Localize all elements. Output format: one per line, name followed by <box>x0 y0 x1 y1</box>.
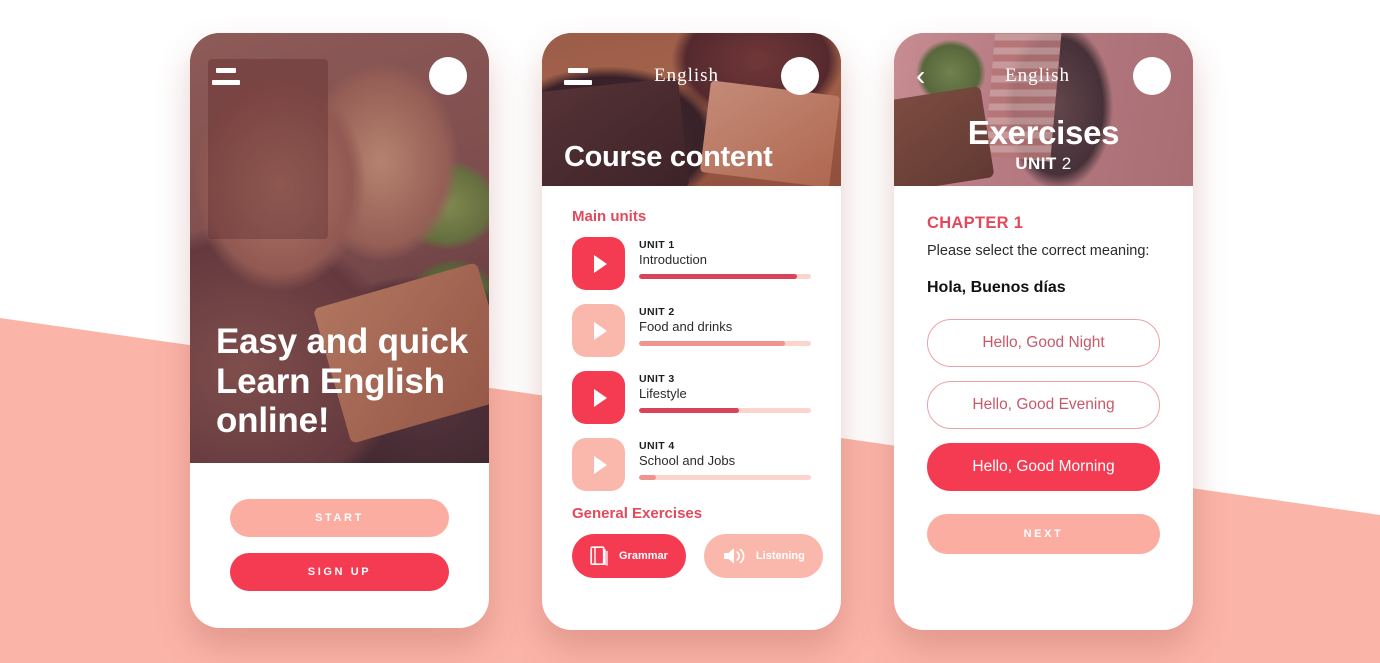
hamburger-icon[interactable] <box>212 67 240 85</box>
hero-unit-value: 2 <box>1061 154 1072 173</box>
unit-name: Lifestyle <box>639 386 687 401</box>
exercises-footer: NEXT <box>894 505 1193 554</box>
unit-row[interactable]: UNIT 1 Introduction <box>572 237 811 290</box>
answer-option[interactable]: Hello, Good Evening <box>927 380 1160 429</box>
exercises-hero-copy: Exercises UNIT 2 <box>894 114 1193 174</box>
question-prompt: Please select the correct meaning: <box>927 243 1150 259</box>
play-icon[interactable] <box>572 371 625 424</box>
avatar[interactable] <box>429 57 467 95</box>
unit-info: UNIT 1 Introduction <box>639 237 811 279</box>
unit-progress-fill <box>639 475 657 480</box>
start-button[interactable]: START <box>230 499 449 537</box>
exercise-chips: Grammar Listening <box>572 534 841 578</box>
unit-progress-track <box>639 475 811 480</box>
unit-info: UNIT 4 School and Jobs <box>639 438 811 480</box>
hamburger-line-top <box>216 67 236 73</box>
unit-progress-track <box>639 408 811 413</box>
unit-progress-track <box>639 341 811 346</box>
phone-course-content: English Course content Main units UNIT 1… <box>542 33 841 630</box>
exercises-topbar: ‹ English <box>894 33 1193 119</box>
unit-name: Food and drinks <box>639 319 733 334</box>
unit-label: UNIT 4 <box>639 440 675 452</box>
book-icon <box>590 546 608 566</box>
unit-progress-fill <box>639 341 786 346</box>
sign-up-button[interactable]: SIGN UP <box>230 553 449 591</box>
unit-info: UNIT 3 Lifestyle <box>639 371 811 413</box>
hamburger-line-top <box>568 67 588 73</box>
onboarding-hero-image: Easy and quick Learn English online! <box>190 33 489 463</box>
answer-option-selected[interactable]: Hello, Good Morning <box>927 442 1160 491</box>
speaker-icon <box>723 548 745 564</box>
exercises-body: CHAPTER 1 Please select the correct mean… <box>894 186 1193 491</box>
next-button[interactable]: NEXT <box>927 513 1160 554</box>
unit-progress-track <box>639 274 811 279</box>
hamburger-icon[interactable] <box>564 67 592 85</box>
unit-label: UNIT 3 <box>639 373 675 385</box>
unit-name: School and Jobs <box>639 453 736 468</box>
answer-option[interactable]: Hello, Good Night <box>927 318 1160 367</box>
units-list: UNIT 1 Introduction UNIT 2 Food and drin… <box>572 237 811 491</box>
chapter-heading: CHAPTER 1 <box>927 214 1024 232</box>
play-icon[interactable] <box>572 237 625 290</box>
general-exercises-heading: General Exercises <box>572 505 703 522</box>
question-phrase: Hola, Buenos días <box>927 278 1066 296</box>
course-hero-title: Course content <box>564 141 773 173</box>
onboarding-topbar <box>190 33 489 119</box>
unit-row[interactable]: UNIT 2 Food and drinks <box>572 304 811 357</box>
phone-exercises: ‹ English Exercises UNIT 2 CHAPTER 1 Ple… <box>894 33 1193 630</box>
unit-progress-fill <box>639 408 739 413</box>
answer-options: Hello, Good Night Hello, Good Evening He… <box>927 318 1160 491</box>
play-icon[interactable] <box>572 438 625 491</box>
onboarding-headline: Easy and quick Learn English online! <box>216 322 469 441</box>
exercises-hero-title: Exercises <box>967 114 1120 151</box>
unit-name: Introduction <box>639 252 707 267</box>
brand-title: English <box>1004 65 1071 86</box>
exercise-chip-grammar[interactable]: Grammar <box>572 534 686 578</box>
unit-row[interactable]: UNIT 3 Lifestyle <box>572 371 811 424</box>
course-body: Main units UNIT 1 Introduction UNIT 2 Fo… <box>542 186 841 578</box>
hero-unit-label: UNIT <box>1015 154 1057 173</box>
avatar[interactable] <box>1133 57 1171 95</box>
course-topbar: English <box>542 33 841 119</box>
brand-title: English <box>653 65 720 86</box>
chevron-left-icon[interactable]: ‹ <box>916 62 942 90</box>
phone-onboarding: Easy and quick Learn English online! STA… <box>190 33 489 628</box>
unit-label: UNIT 2 <box>639 306 675 318</box>
onboarding-actions: START SIGN UP <box>190 463 489 591</box>
unit-info: UNIT 2 Food and drinks <box>639 304 811 346</box>
main-units-heading: Main units <box>572 208 647 225</box>
exercise-chip-label: Listening <box>755 550 805 562</box>
exercise-chip-listening[interactable]: Listening <box>703 534 823 578</box>
avatar[interactable] <box>781 57 819 95</box>
course-hero-image: English Course content <box>542 33 841 186</box>
unit-progress-fill <box>639 274 798 279</box>
exercise-chip-label: Grammar <box>619 550 668 562</box>
unit-label: UNIT 1 <box>639 239 675 251</box>
exercises-hero-image: ‹ English Exercises UNIT 2 <box>894 33 1193 186</box>
hamburger-line-bottom <box>564 79 592 85</box>
play-icon[interactable] <box>572 304 625 357</box>
exercises-hero-subtitle: UNIT 2 <box>894 154 1193 174</box>
unit-row[interactable]: UNIT 4 School and Jobs <box>572 438 811 491</box>
hamburger-line-bottom <box>212 79 240 85</box>
